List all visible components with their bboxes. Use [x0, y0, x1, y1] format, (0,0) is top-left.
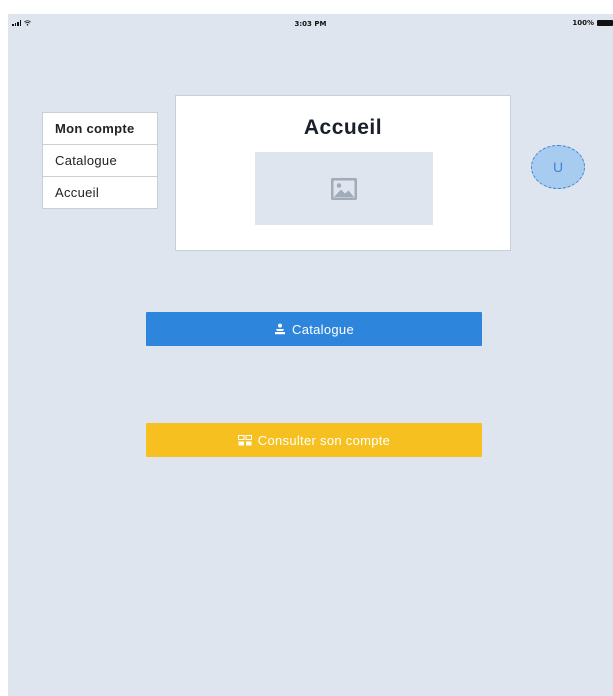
menu-item-accueil[interactable]: Accueil: [43, 177, 157, 208]
status-time: 3:03 PM: [294, 20, 327, 28]
image-placeholder: [255, 152, 433, 225]
menu-item-catalogue[interactable]: Catalogue: [43, 145, 157, 177]
page-title: Accueil: [303, 116, 383, 139]
menu-item-mon-compte[interactable]: Mon compte: [43, 113, 157, 145]
battery-percent: 100%: [572, 19, 594, 27]
image-placeholder-icon: [331, 177, 357, 200]
account-icon: [237, 434, 252, 445]
status-bar: 3:03 PM 100%: [8, 14, 613, 32]
home-card: Accueil: [175, 95, 511, 251]
avatar[interactable]: U: [531, 145, 585, 189]
app-screen: 3:03 PM 100% Mon compte Catalogue Accuei…: [8, 14, 613, 696]
consulter-compte-button[interactable]: Consulter son compte: [146, 423, 482, 457]
battery-icon: [597, 20, 613, 26]
catalogue-button[interactable]: Catalogue: [146, 312, 482, 346]
side-menu: Mon compte Catalogue Accueil: [42, 112, 158, 209]
avatar-initial: U: [552, 159, 564, 175]
status-right: 100%: [572, 19, 613, 27]
catalogue-icon: [275, 323, 286, 335]
catalogue-button-label: Catalogue: [292, 321, 354, 337]
consulter-compte-button-label: Consulter son compte: [257, 432, 391, 448]
